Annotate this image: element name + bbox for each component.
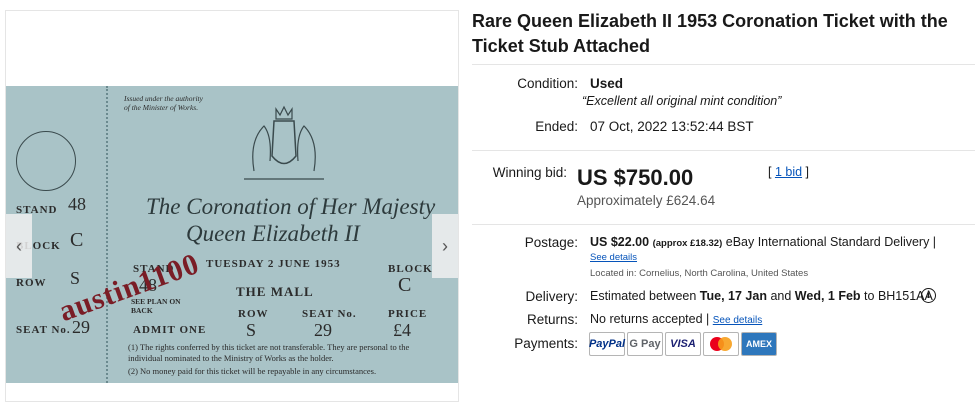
googlepay-badge: G Pay: [627, 332, 663, 356]
chevron-left-icon: ‹: [16, 235, 22, 256]
ticket-heading-2: Queen Elizabeth II: [186, 221, 360, 246]
location: THE MALL: [236, 284, 314, 299]
postage-approx: (approx £18.32): [652, 238, 723, 249]
stub-seat-label: SEAT No.: [16, 324, 71, 336]
returns-label: Returns:: [526, 312, 578, 327]
paypal-badge: PayPal: [589, 332, 625, 356]
seat-value: 29: [314, 320, 332, 340]
divider: [472, 150, 975, 151]
royal-crest-icon: [244, 105, 324, 180]
gallery-prev-button[interactable]: ‹: [6, 214, 32, 278]
returns-text: No returns accepted |: [590, 312, 710, 326]
approx-price: Approximately £624.64: [577, 193, 716, 208]
chevron-right-icon: ›: [442, 235, 448, 256]
perforation-line: [106, 86, 108, 383]
issued-note: Issued under the authority of the Minist…: [124, 94, 203, 112]
delivery-label: Delivery:: [525, 289, 578, 304]
condition-quote-text: Excellent all original mint condition: [586, 94, 778, 108]
delivery-value: Estimated between Tue, 17 Jan and Wed, 1…: [590, 289, 933, 303]
mastercard-badge: [703, 332, 739, 356]
visa-badge: VISA: [665, 332, 701, 356]
ticket-rule-2: (2) No money paid for this ticket will b…: [128, 366, 377, 376]
ticket-heading-1: The Coronation of Her Majesty: [146, 194, 436, 219]
mastercard-icon: [710, 337, 732, 351]
ticket-rule-1: (1) The rights conferred by this ticket …: [128, 342, 410, 363]
ticket-image[interactable]: STAND 48 BLOCK C ROW S SEAT No. 29 Issue…: [6, 86, 458, 383]
postage-service: eBay International Standard Delivery |: [725, 235, 937, 249]
bids-link-wrap: [ 1 bid ]: [768, 165, 810, 179]
seat-label: SEAT No.: [302, 308, 357, 320]
returns-see-details-link[interactable]: See details: [713, 315, 762, 326]
admit-one: ADMIT ONE: [133, 324, 207, 336]
stub-row-value: S: [70, 268, 81, 288]
condition-label: Condition:: [517, 76, 578, 91]
ended-value: 07 Oct, 2022 13:52:44 BST: [590, 119, 754, 134]
winning-bid-label: Winning bid:: [492, 165, 567, 180]
payments-label: Payments:: [514, 336, 578, 351]
winning-bid-value: US $750.00: [577, 165, 694, 190]
delivery-and: and: [770, 289, 792, 303]
ended-label: Ended:: [535, 119, 578, 134]
postage-see-details-link[interactable]: See details: [590, 252, 637, 263]
item-location: Located in: Cornelius, North Carolina, U…: [590, 268, 809, 279]
ticket-date: TUESDAY 2 JUNE 1953: [206, 258, 341, 270]
price-value: £4: [393, 320, 411, 340]
delivery-end: Wed, 1 Feb: [794, 289, 861, 303]
item-title: Rare Queen Elizabeth II 1953 Coronation …: [472, 11, 948, 56]
block-value: C: [398, 274, 412, 296]
seal-stamp: [16, 131, 76, 191]
stub-block-value: C: [70, 229, 84, 251]
price-label: PRICE: [388, 308, 428, 320]
condition-quote: “Excellent all original mint condition”: [582, 94, 782, 108]
condition-value: Used: [590, 76, 624, 91]
amex-badge: AMEX: [741, 332, 777, 356]
postage-label: Postage:: [524, 235, 578, 250]
postage-price: US $22.00: [590, 235, 650, 249]
row-label: ROW: [238, 308, 269, 320]
postage-value: US $22.00 (approx £18.32) eBay Internati…: [590, 235, 936, 249]
delivery-prefix: Estimated between: [590, 289, 697, 303]
divider: [472, 224, 975, 225]
bids-link[interactable]: 1 bid: [775, 165, 802, 179]
watermark-stamp: austin1100: [54, 246, 204, 329]
stub-row-label: ROW: [16, 277, 47, 289]
divider: [472, 64, 975, 65]
image-gallery: STAND 48 BLOCK C ROW S SEAT No. 29 Issue…: [5, 10, 459, 402]
info-icon[interactable]: i: [921, 288, 936, 303]
stub-stand-value: 48: [68, 194, 86, 214]
returns-value: No returns accepted | See details: [590, 312, 762, 326]
gallery-next-button[interactable]: ›: [432, 214, 458, 278]
row-value: S: [246, 320, 257, 340]
delivery-start: Tue, 17 Jan: [699, 289, 767, 303]
